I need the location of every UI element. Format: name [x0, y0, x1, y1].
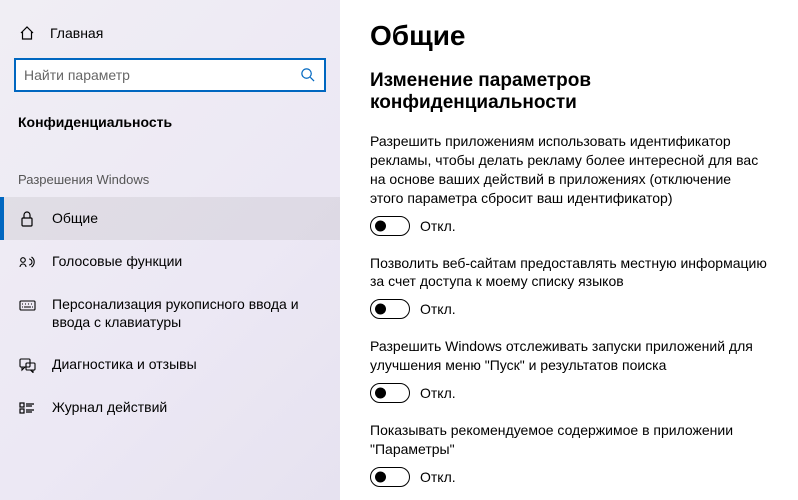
setting-description: Позволить веб-сайтам предоставлять местн…: [370, 254, 768, 292]
setting-app-launches: Разрешить Windows отслеживать запуски пр…: [370, 337, 768, 403]
setting-language-list: Позволить веб-сайтам предоставлять местн…: [370, 254, 768, 320]
toggle-switch[interactable]: [370, 216, 410, 236]
sidebar: Главная Конфиденциальность Разрешения Wi…: [0, 0, 340, 500]
sidebar-item-label: Голосовые функции: [52, 252, 182, 270]
sidebar-item-label: Журнал действий: [52, 398, 167, 416]
search-box[interactable]: [14, 58, 326, 92]
toggle-state: Откл.: [420, 385, 456, 401]
lock-icon: [18, 210, 36, 228]
sidebar-item-label: Персонализация рукописного ввода и ввода…: [52, 295, 322, 331]
sidebar-item-activity[interactable]: Журнал действий: [0, 386, 340, 429]
toggle-switch[interactable]: [370, 299, 410, 319]
setting-description: Разрешить приложениям использовать идент…: [370, 132, 768, 208]
sidebar-item-general[interactable]: Общие: [0, 197, 340, 240]
home-nav[interactable]: Главная: [0, 16, 340, 50]
toggle-row: Откл.: [370, 467, 768, 487]
toggle-state: Откл.: [420, 469, 456, 485]
keyboard-icon: [18, 296, 36, 314]
sidebar-item-speech[interactable]: Голосовые функции: [0, 240, 340, 283]
toggle-switch[interactable]: [370, 383, 410, 403]
home-icon: [18, 24, 36, 42]
toggle-knob: [375, 220, 386, 231]
toggle-state: Откл.: [420, 218, 456, 234]
toggle-switch[interactable]: [370, 467, 410, 487]
toggle-knob: [375, 388, 386, 399]
toggle-row: Откл.: [370, 383, 768, 403]
toggle-row: Откл.: [370, 299, 768, 319]
sidebar-item-label: Общие: [52, 209, 98, 227]
page-title: Общие: [370, 20, 768, 52]
sidebar-item-label: Диагностика и отзывы: [52, 355, 197, 373]
search-input[interactable]: [24, 67, 300, 83]
home-label: Главная: [50, 25, 103, 41]
setting-advertising-id: Разрешить приложениям использовать идент…: [370, 132, 768, 236]
toggle-state: Откл.: [420, 301, 456, 317]
setting-suggested-content: Показывать рекомендуемое содержимое в пр…: [370, 421, 768, 487]
search-icon: [300, 67, 316, 83]
setting-description: Показывать рекомендуемое содержимое в пр…: [370, 421, 768, 459]
speech-icon: [18, 253, 36, 271]
sidebar-item-diagnostics[interactable]: Диагностика и отзывы: [0, 343, 340, 386]
toggle-knob: [375, 304, 386, 315]
setting-description: Разрешить Windows отслеживать запуски пр…: [370, 337, 768, 375]
group-heading: Разрешения Windows: [0, 154, 340, 197]
page-subtitle: Изменение параметров конфиденциальности: [370, 70, 768, 114]
sidebar-item-inking[interactable]: Персонализация рукописного ввода и ввода…: [0, 283, 340, 343]
feedback-icon: [18, 356, 36, 374]
main-content: Общие Изменение параметров конфиденциаль…: [340, 0, 798, 500]
toggle-row: Откл.: [370, 216, 768, 236]
section-heading: Конфиденциальность: [0, 104, 340, 154]
search-container: [0, 50, 340, 104]
toggle-knob: [375, 471, 386, 482]
activity-icon: [18, 399, 36, 417]
